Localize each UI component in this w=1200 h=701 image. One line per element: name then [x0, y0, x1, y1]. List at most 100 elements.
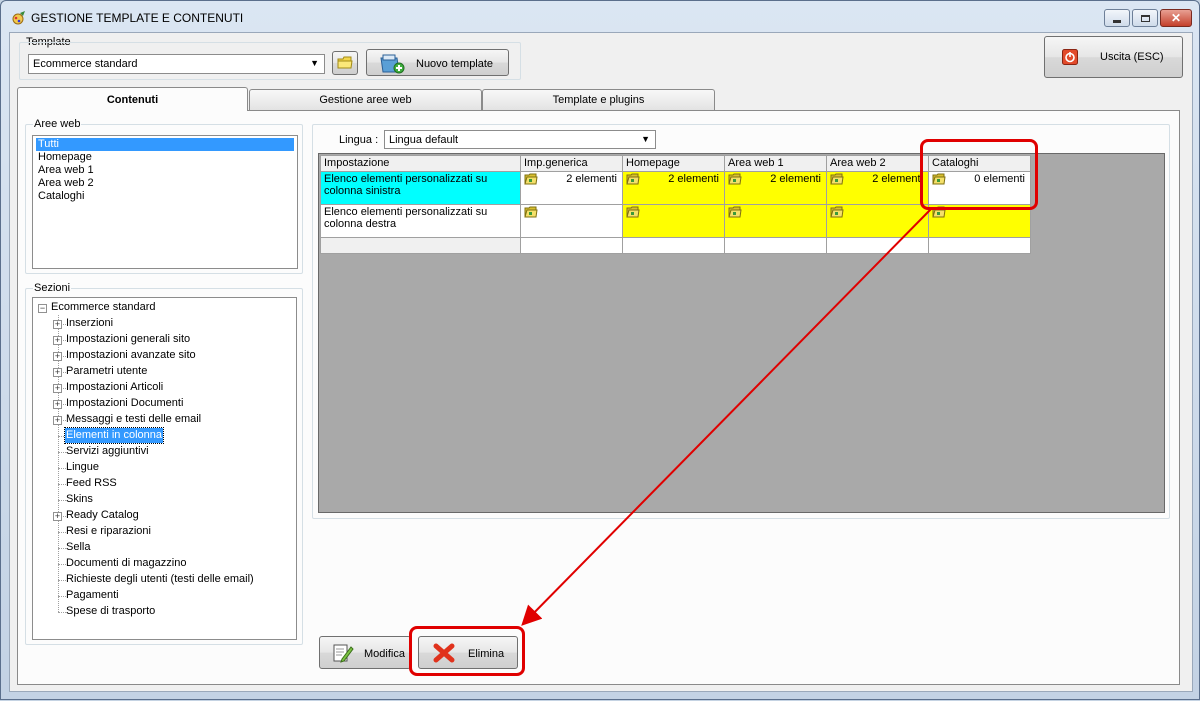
tree-item[interactable]: Servizi aggiuntivi [66, 444, 149, 459]
expand-icon[interactable]: + [53, 384, 62, 393]
grid-cell[interactable] [724, 204, 827, 238]
app-icon [12, 11, 25, 25]
folder-icon [626, 206, 640, 218]
grid-cell[interactable] [520, 204, 623, 238]
tree-item[interactable]: Inserzioni [66, 316, 113, 331]
tree-item[interactable]: Lingue [66, 460, 99, 475]
table-row[interactable]: Elenco elementi personalizzati su colonn… [320, 204, 1031, 238]
list-item[interactable]: Area web 1 [36, 164, 94, 177]
expand-icon[interactable]: + [53, 400, 62, 409]
lingua-label: Lingua : [339, 134, 379, 146]
template-select[interactable]: Ecommerce standard ▼ [28, 54, 325, 74]
modifica-label: Modifica [364, 648, 405, 660]
maximize-button[interactable] [1132, 9, 1158, 27]
tree-item[interactable]: Spese di trasporto [66, 604, 155, 619]
chevron-down-icon: ▼ [310, 58, 319, 68]
folder-icon [524, 206, 538, 218]
col-header-area-web-2[interactable]: Area web 2 [826, 155, 929, 172]
tree-item[interactable]: Feed RSS [66, 476, 117, 491]
edit-icon [333, 644, 354, 663]
folder-icon [524, 173, 538, 185]
grid-cell[interactable]: 2 elementi [520, 171, 623, 205]
close-button[interactable]: ✕ [1160, 9, 1192, 27]
aree-web-list[interactable]: Tutti Homepage Area web 1 Area web 2 Cat… [32, 135, 298, 269]
tree-item[interactable]: Messaggi e testi delle email [66, 412, 201, 427]
collapse-icon[interactable]: − [38, 304, 47, 313]
expand-icon[interactable]: + [53, 352, 62, 361]
grid-cell[interactable]: 2 elementi [724, 171, 827, 205]
window-title: GESTIONE TEMPLATE E CONTENUTI [31, 11, 244, 25]
tree-item[interactable]: Documenti di magazzino [66, 556, 186, 571]
list-item[interactable]: Homepage [36, 151, 92, 164]
tab-template-e-plugins-label: Template e plugins [552, 94, 645, 106]
expand-icon[interactable]: + [53, 320, 62, 329]
new-template-label: Nuovo template [416, 58, 494, 70]
chevron-down-icon: ▼ [641, 134, 650, 144]
modifica-button[interactable]: Modifica [319, 636, 411, 669]
row-name-cell[interactable]: Elenco elementi personalizzati su colonn… [320, 171, 521, 205]
grid-cell[interactable] [928, 237, 1031, 254]
maximize-icon [1140, 14, 1150, 22]
grid-cell[interactable]: 2 elementi [622, 171, 725, 205]
list-item[interactable]: Tutti [36, 138, 294, 151]
list-item[interactable]: Area web 2 [36, 177, 94, 190]
lingua-select[interactable]: Lingua default ▼ [384, 130, 656, 149]
folder-icon [626, 173, 640, 185]
col-header-area-web-1[interactable]: Area web 1 [724, 155, 827, 172]
tree-item[interactable]: Parametri utente [66, 364, 147, 379]
grid-cell[interactable] [622, 237, 725, 254]
tab-contenuti[interactable]: Contenuti [17, 87, 248, 111]
power-icon [1062, 49, 1078, 65]
tree-item[interactable]: Impostazioni generali sito [66, 332, 190, 347]
col-header-imp-generica[interactable]: Imp.generica [520, 155, 623, 172]
grid-cell[interactable] [826, 204, 929, 238]
highlight-elimina [409, 626, 525, 676]
tree-item[interactable]: Skins [66, 492, 93, 507]
tree-item[interactable]: Impostazioni Articoli [66, 380, 163, 395]
close-icon: ✕ [1170, 11, 1182, 25]
minimize-button[interactable] [1104, 9, 1130, 27]
tree-item[interactable]: Richieste degli utenti (testi delle emai… [66, 572, 254, 587]
col-header-homepage[interactable]: Homepage [622, 155, 725, 172]
grid-cell[interactable] [520, 237, 623, 254]
open-template-button[interactable] [332, 51, 358, 75]
highlight-cataloghi [920, 139, 1038, 210]
folder-icon [830, 206, 844, 218]
exit-label: Uscita (ESC) [1100, 51, 1164, 63]
grid-cell[interactable]: 2 elementi [826, 171, 929, 205]
row-name-cell[interactable] [320, 237, 521, 254]
tree-item[interactable]: Sella [66, 540, 90, 555]
lingua-select-value: Lingua default [389, 134, 459, 146]
grid-cell[interactable] [826, 237, 929, 254]
sezioni-tree[interactable]: − Ecommerce standard + Inserzioni + Impo… [32, 297, 297, 640]
row-name-cell[interactable]: Elenco elementi personalizzati su colonn… [320, 204, 521, 238]
new-template-button[interactable]: Nuovo template [366, 49, 509, 76]
tree-item[interactable]: Resi e riparazioni [66, 524, 151, 539]
expand-icon[interactable]: + [53, 336, 62, 345]
main-window: GESTIONE TEMPLATE E CONTENUTI ✕ Template… [0, 0, 1200, 700]
tree-root[interactable]: Ecommerce standard [51, 300, 156, 315]
expand-icon[interactable]: + [53, 512, 62, 521]
expand-icon[interactable]: + [53, 416, 62, 425]
tree-item-selected[interactable]: Elementi in colonna [63, 427, 165, 444]
cell-value: 2 elementi [566, 173, 617, 185]
tab-template-e-plugins[interactable]: Template e plugins [482, 89, 715, 110]
grid-cell[interactable] [622, 204, 725, 238]
col-header-impostazione[interactable]: Impostazione [320, 155, 521, 172]
exit-button[interactable]: Uscita (ESC) [1044, 36, 1183, 78]
expand-icon[interactable]: + [53, 368, 62, 377]
tab-contenuti-label: Contenuti [106, 93, 159, 106]
tab-gestione-aree-web-label: Gestione aree web [319, 94, 412, 106]
list-item[interactable]: Cataloghi [36, 190, 84, 203]
tree-item[interactable]: Ready Catalog [66, 508, 139, 523]
cell-value: 2 elementi [668, 173, 719, 185]
new-template-icon [380, 54, 405, 74]
folder-icon [830, 173, 844, 185]
grid-cell[interactable] [724, 237, 827, 254]
tree-item[interactable]: Pagamenti [66, 588, 119, 603]
tree-item[interactable]: Impostazioni Documenti [66, 396, 183, 411]
table-row-empty[interactable] [320, 237, 1031, 254]
aree-web-label: Aree web [33, 118, 82, 130]
tree-item[interactable]: Impostazioni avanzate sito [66, 348, 196, 363]
tab-gestione-aree-web[interactable]: Gestione aree web [249, 89, 482, 110]
